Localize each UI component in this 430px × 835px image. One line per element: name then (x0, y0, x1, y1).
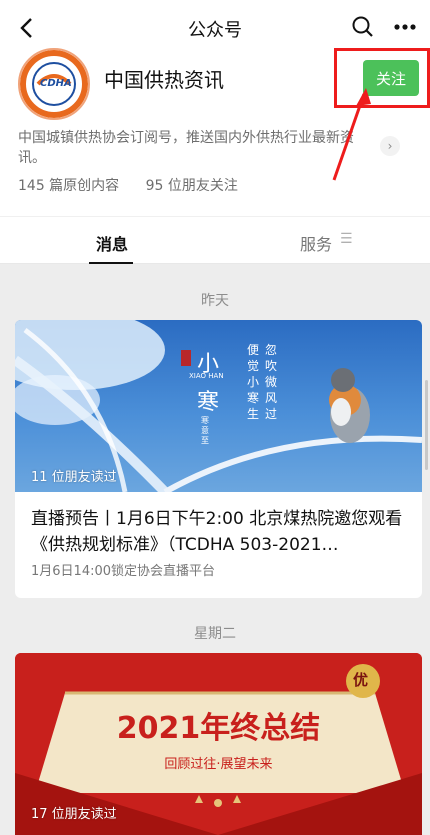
account-name: 中国供热资讯 (104, 68, 224, 92)
tab-services[interactable]: 服务 (300, 231, 332, 255)
annotation-arrow-icon (332, 88, 371, 181)
article-card[interactable]: 优 2021年终总结 回顾过往·展望未来 17 位朋友读过 (15, 653, 422, 835)
cover-badge: 优 (353, 671, 369, 689)
menu-lines-icon: ☰ (340, 231, 353, 247)
cover-pinyin: XIAO HAN (189, 372, 224, 380)
read-count: 17 位朋友读过 (31, 807, 117, 822)
tab-bar: 消息 服务 ☰ (0, 216, 430, 264)
read-count: 11 位朋友读过 (31, 470, 117, 485)
cover-poem-line-2: 便觉小寒生 (247, 343, 260, 421)
article-cover-image[interactable]: 小 寒 XIAO HAN 寒意至 便觉小寒生 忽吹微风过 11 位朋友读过 (15, 320, 422, 492)
account-stats: 145 篇原创内容 95 位朋友关注 (18, 175, 260, 195)
cover-main-char-2: 寒 (197, 390, 220, 415)
cover-subtitle: 回顾过往·展望未来 (164, 757, 273, 772)
friends-following-count: 95 位朋友关注 (145, 178, 238, 194)
cover-seal-small: 寒意至 (201, 416, 209, 445)
cover-headline: 2021年终总结 (116, 711, 321, 746)
search-icon[interactable] (350, 14, 376, 40)
tab-messages[interactable]: 消息 (96, 231, 128, 255)
article-cover-image[interactable]: 优 2021年终总结 回顾过往·展望未来 17 位朋友读过 (15, 653, 422, 835)
originals-count: 145 篇原创内容 (18, 178, 120, 194)
date-separator: 星期二 (194, 626, 236, 642)
scrollbar[interactable] (425, 380, 428, 470)
article-title[interactable]: 直播预告丨1月6日下午2:00 北京煤热院邀您观看《供热规划标准》（TCDHA … (31, 506, 407, 558)
date-separator: 昨天 (201, 293, 229, 309)
article-meta: 1月6日14:00锁定协会直播平台 (31, 564, 216, 579)
chevron-right-icon[interactable]: › (380, 136, 400, 156)
more-dots-icon[interactable] (392, 14, 418, 40)
logo-text: CDHA (40, 78, 72, 89)
article-card[interactable]: 小 寒 XIAO HAN 寒意至 便觉小寒生 忽吹微风过 11 位朋友读过 直播… (15, 320, 422, 598)
tab-active-indicator (89, 262, 133, 264)
cover-poem-line-1: 忽吹微风过 (265, 343, 278, 421)
